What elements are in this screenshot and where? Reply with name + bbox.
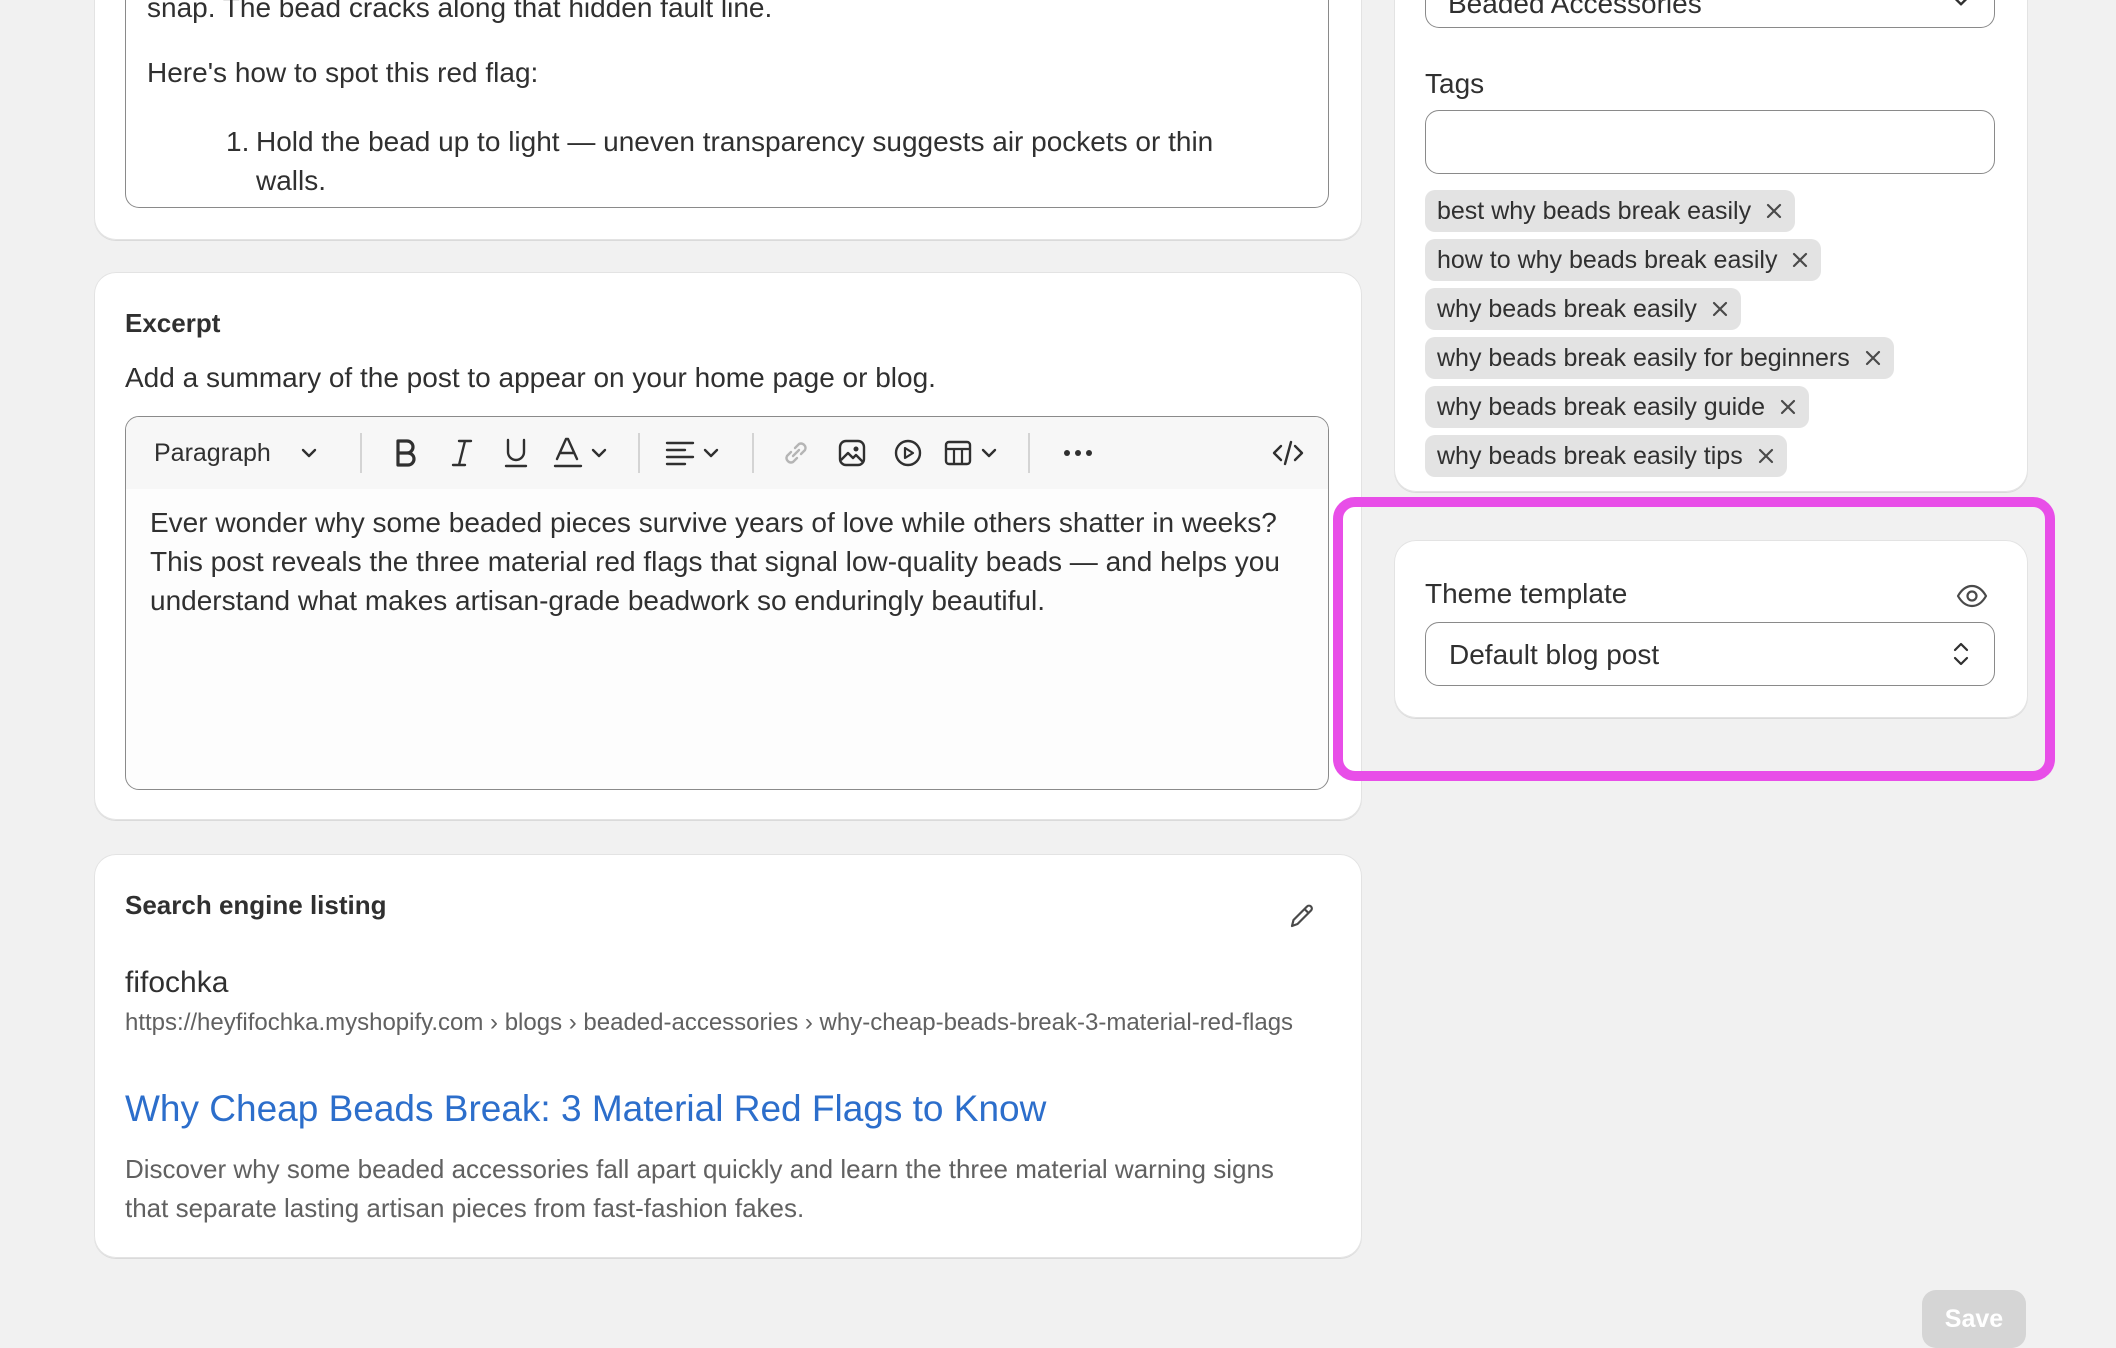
- video-icon[interactable]: [886, 431, 930, 475]
- paragraph-format-label: Paragraph: [154, 438, 271, 467]
- bold-icon[interactable]: [384, 431, 428, 475]
- italic-icon[interactable]: [440, 431, 484, 475]
- toolbar-divider: [1028, 433, 1030, 473]
- seo-description: Discover why some beaded accessories fal…: [125, 1154, 1274, 1223]
- chevron-down-icon: [703, 448, 719, 458]
- list-item-number: 1.: [226, 126, 250, 157]
- theme-template-card: Theme template Default blog post: [1394, 540, 2028, 718]
- toolbar-divider: [638, 433, 640, 473]
- excerpt-text[interactable]: Ever wonder why some beaded pieces survi…: [150, 503, 1310, 620]
- underline-icon[interactable]: [494, 431, 538, 475]
- close-icon[interactable]: [1864, 349, 1882, 367]
- tag-label: best why beads break easily: [1437, 196, 1752, 225]
- seo-link-title: Why Cheap Beads Break: 3 Material Red Fl…: [125, 1088, 1047, 1129]
- code-icon[interactable]: [1266, 431, 1310, 475]
- tag-label: how to why beads break easily: [1437, 245, 1778, 274]
- theme-template-select[interactable]: Default blog post: [1425, 622, 1995, 686]
- close-icon[interactable]: [1757, 447, 1775, 465]
- chevron-down-icon: [301, 448, 316, 458]
- list-item: Hold the bead up to light — uneven trans…: [256, 126, 1214, 196]
- theme-template-label: Theme template: [1425, 578, 1628, 609]
- seo-title: Search engine listing: [125, 890, 387, 920]
- tag-list: best why beads break easily how to why b…: [1425, 190, 2005, 484]
- theme-template-value: Default blog post: [1449, 639, 1660, 670]
- paragraph-format-select[interactable]: Paragraph: [154, 431, 344, 475]
- excerpt-editor: Paragraph Ever wonder why some beaded pi…: [125, 416, 1329, 790]
- tag-label: why beads break easily: [1437, 294, 1697, 323]
- close-icon[interactable]: [1791, 251, 1809, 269]
- blog-select[interactable]: Beaded Accessories: [1425, 0, 1995, 28]
- eye-icon[interactable]: [1952, 576, 1992, 616]
- tag-chip: how to why beads break easily: [1425, 239, 1822, 281]
- pencil-icon[interactable]: [1282, 896, 1322, 936]
- tag-chip: why beads break easily guide: [1425, 386, 1809, 428]
- excerpt-title: Excerpt: [125, 308, 221, 338]
- chevron-down-icon: [591, 448, 607, 458]
- close-icon[interactable]: [1765, 202, 1783, 220]
- search-engine-listing-card: Search engine listing fifochka https://h…: [94, 854, 1362, 1258]
- content-text-line: Here's how to spot this red flag:: [147, 57, 539, 88]
- content-editor[interactable]: snap. The bead cracks along that hidden …: [125, 0, 1329, 208]
- image-icon[interactable]: [830, 431, 874, 475]
- blog-select-value: Beaded Accessories: [1448, 0, 1702, 19]
- seo-store-name: fifochka: [125, 966, 229, 999]
- seo-url: https://heyfifochka.myshopify.com › blog…: [125, 1009, 1294, 1036]
- tags-input[interactable]: [1425, 110, 1995, 174]
- chevron-down-icon: [981, 448, 997, 458]
- tag-label: why beads break easily tips: [1437, 441, 1743, 470]
- close-icon[interactable]: [1711, 300, 1729, 318]
- text-color-icon[interactable]: [550, 431, 612, 475]
- tags-label: Tags: [1425, 68, 1485, 99]
- content-text-line: snap. The bead cracks along that hidden …: [147, 0, 773, 23]
- toolbar-divider: [752, 433, 754, 473]
- more-icon[interactable]: [1054, 431, 1102, 475]
- tag-label: why beads break easily guide: [1437, 392, 1765, 421]
- close-icon[interactable]: [1779, 398, 1797, 416]
- tag-chip: why beads break easily tips: [1425, 435, 1787, 477]
- excerpt-card: Excerpt Add a summary of the post to app…: [94, 272, 1362, 820]
- table-icon[interactable]: [940, 431, 1002, 475]
- tag-chip: why beads break easily: [1425, 288, 1741, 330]
- excerpt-help-text: Add a summary of the post to appear on y…: [125, 362, 936, 393]
- tag-label: why beads break easily for beginners: [1437, 343, 1850, 372]
- organization-card: Beaded Accessories Tags best why beads b…: [1394, 0, 2028, 492]
- save-button[interactable]: Save: [1922, 1290, 2026, 1348]
- align-icon[interactable]: [662, 431, 724, 475]
- content-card: snap. The bead cracks along that hidden …: [94, 0, 1362, 240]
- tag-chip: why beads break easily for beginners: [1425, 337, 1894, 379]
- chevron-down-icon: [1954, 0, 1968, 6]
- tag-chip: best why beads break easily: [1425, 190, 1796, 232]
- toolbar-divider: [360, 433, 362, 473]
- link-icon[interactable]: [774, 431, 818, 475]
- select-chevrons-icon: [1953, 642, 1969, 666]
- rich-text-toolbar: Paragraph: [126, 417, 1328, 489]
